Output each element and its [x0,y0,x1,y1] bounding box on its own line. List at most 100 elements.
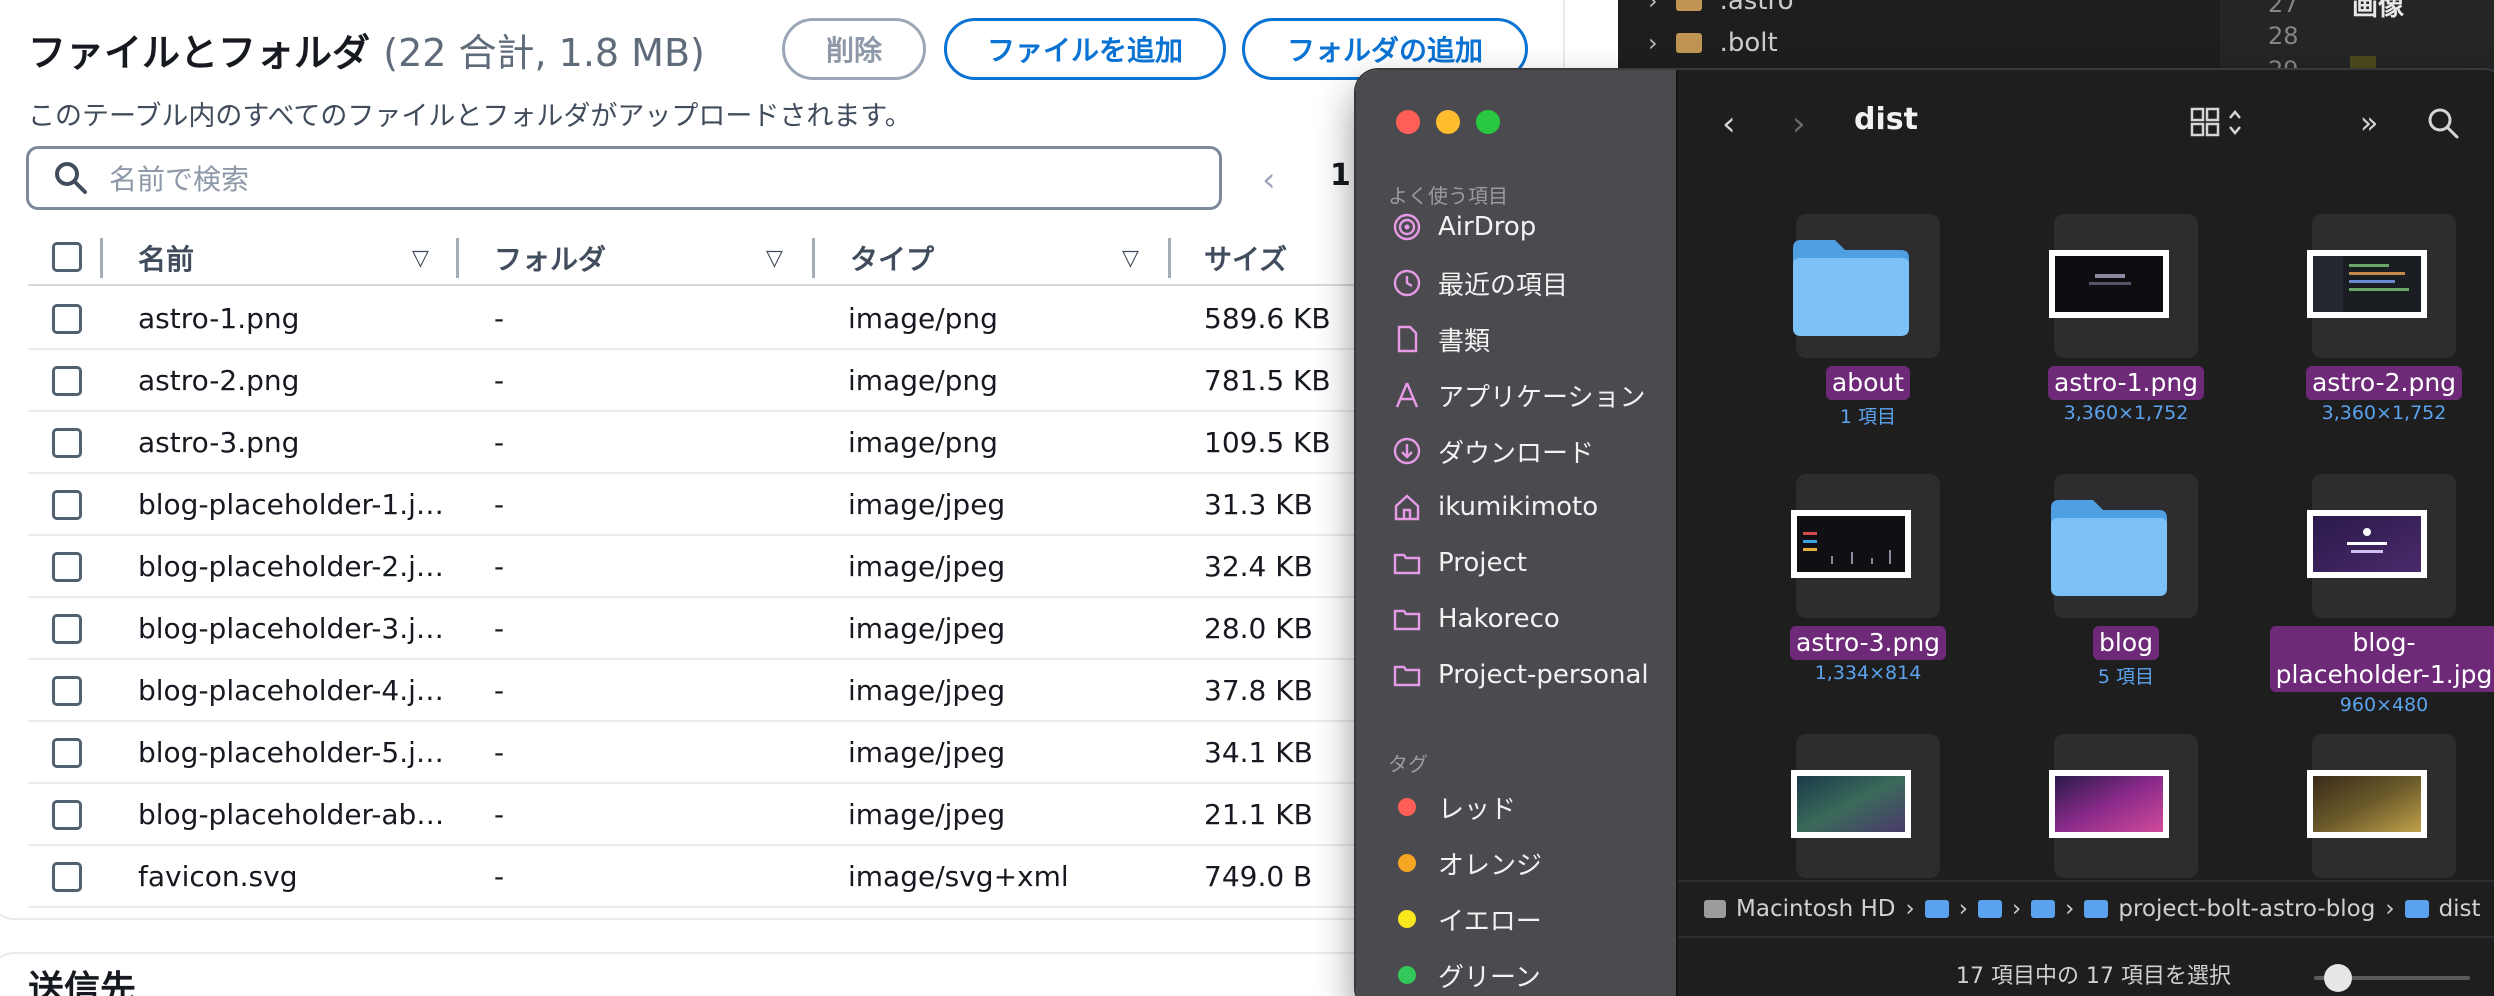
cell-type: image/jpeg [848,674,1006,707]
sidebar-item-label: Project-personal [1438,660,1649,690]
toolbar-overflow-icon[interactable]: » [2360,106,2378,141]
sort-folder-icon[interactable]: ▽ [766,246,783,271]
icon-size-slider-knob[interactable] [2324,964,2352,992]
cell-folder: - [494,798,505,831]
table-row[interactable]: astro-3.png - image/png 109.5 KB [28,412,1568,474]
table-row[interactable]: blog-placeholder-5.j… - image/jpeg 34.1 KB [28,722,1568,784]
search-icon[interactable] [2426,106,2460,149]
table-row[interactable]: blog-placeholder-ab… - image/jpeg 21.1 KB [28,784,1568,846]
table-row[interactable]: favicon.svg - image/svg+xml 749.0 B [28,846,1568,908]
row-checkbox[interactable] [52,862,82,892]
tags-header: タグ [1388,752,1428,776]
select-all-checkbox[interactable] [52,242,82,272]
sidebar-item[interactable]: Project-personal [1392,652,1649,698]
sidebar-item-label: AirDrop [1438,212,1537,242]
sidebar-item[interactable]: ikumikimoto [1392,484,1598,530]
zoom-window-button[interactable] [1476,110,1500,134]
sidebar-tag[interactable]: レッド [1392,784,1516,830]
forward-icon[interactable]: › [1792,104,1806,144]
column-header-type[interactable]: タイプ [850,232,934,284]
pager-current-page[interactable]: 1 [1330,158,1351,193]
sidebar-item[interactable]: Hakoreco [1392,596,1560,642]
column-header-folder[interactable]: フォルダ [494,232,606,284]
add-files-button[interactable]: ファイルを追加 [944,18,1226,80]
tree-item-bolt[interactable]: › .bolt [1648,28,1778,58]
item-meta: 5 項目 [2097,666,2155,688]
column-header-name[interactable]: 名前 [138,232,194,284]
cell-type: image/jpeg [848,612,1006,645]
tree-item-astro[interactable]: › .astro [1648,0,1794,16]
item-name: astro-3.png [1789,626,1947,660]
folder-icon [2084,900,2109,918]
close-window-button[interactable] [1396,110,1420,134]
path-root[interactable]: Macintosh HD [1736,896,1896,922]
row-checkbox[interactable] [52,676,82,706]
item-meta: 1,334×814 [1814,662,1922,684]
folder-icon [1392,548,1422,578]
finder-main: ‹ › dist » about 1 項目 astro-1.png 3,360×1,7… [1676,70,2494,996]
pager-prev-icon[interactable]: ‹ [1262,160,1276,200]
table-row[interactable]: astro-1.png - image/png 589.6 KB [28,288,1568,350]
sidebar-tag[interactable]: グリーン [1392,952,1541,996]
search-input[interactable]: 名前で検索 [109,158,249,198]
code-text: 画像 [2352,0,2405,22]
table-row[interactable]: blog-placeholder-3.j… - image/jpeg 28.0 KB [28,598,1568,660]
row-checkbox[interactable] [52,304,82,334]
cell-folder: - [494,302,505,335]
window-title: dist [1854,102,1918,137]
folder-icon [1675,33,1702,53]
cell-name: blog-placeholder-5.j… [138,736,444,769]
image-thumbnail [2049,770,2169,842]
view-options-icon[interactable] [2190,106,2250,149]
column-header-size[interactable]: サイズ [1204,232,1287,284]
table-row[interactable]: blog-placeholder-2.j… - image/jpeg 32.4 KB [28,536,1568,598]
folder-icon[interactable] [1924,900,1949,918]
table-row[interactable]: blog-placeholder-4.j… - image/jpeg 37.8 KB [28,660,1568,722]
sidebar-item[interactable]: 書類 [1392,316,1490,362]
row-checkbox[interactable] [52,428,82,458]
title-text: ファイルとフォルダ [28,31,371,75]
cell-type: image/jpeg [848,488,1006,521]
cell-name: blog-placeholder-3.j… [138,612,444,645]
folder-icon[interactable] [2031,900,2056,918]
sidebar-item[interactable]: ダウンロード [1392,428,1594,474]
document-icon [1392,324,1422,354]
minimize-window-button[interactable] [1436,110,1460,134]
tag-label: グリーン [1438,962,1541,993]
cell-folder: - [494,860,505,893]
table-row[interactable]: blog-placeholder-1.j… - image/jpeg 31.3 KB [28,474,1568,536]
path-current[interactable]: dist [2439,896,2481,922]
editor-gutter: 27 28 29 画像 [2220,0,2494,84]
row-checkbox[interactable] [52,366,82,396]
sort-name-icon[interactable]: ▽ [412,246,429,271]
sidebar-item[interactable]: アプリケーション [1392,372,1645,418]
sidebar-tag[interactable]: オレンジ [1392,840,1542,886]
sidebar-item[interactable]: AirDrop [1392,204,1536,250]
cell-size: 589.6 KB [1204,302,1331,335]
cell-type: image/jpeg [848,798,1006,831]
cell-folder: - [494,736,505,769]
path-project[interactable]: project-bolt-astro-blog [2118,896,2375,922]
sidebar-item[interactable]: Project [1392,540,1527,586]
search-box[interactable]: 名前で検索 [26,146,1222,210]
tag-label: オレンジ [1438,850,1543,881]
sidebar-item[interactable]: 最近の項目 [1392,260,1568,306]
row-checkbox[interactable] [52,800,82,830]
row-checkbox[interactable] [52,614,82,644]
delete-button[interactable]: 削除 [782,18,926,80]
airdrop-icon [1392,212,1422,242]
image-thumbnail [2307,250,2427,322]
sort-type-icon[interactable]: ▽ [1122,246,1139,271]
cell-name: astro-2.png [138,364,300,397]
sidebar-tag[interactable]: イエロー [1392,896,1542,942]
row-checkbox[interactable] [52,552,82,582]
table-header: 名前 ▽ フォルダ ▽ タイプ ▽ サイズ [28,232,1568,286]
sidebar-item-label: ダウンロード [1438,438,1595,469]
sidebar-item-label: アプリケーション [1438,382,1646,413]
row-checkbox[interactable] [52,738,82,768]
folder-icon[interactable] [1977,900,2002,918]
row-checkbox[interactable] [52,490,82,520]
back-icon[interactable]: ‹ [1722,104,1736,144]
table-row[interactable]: astro-2.png - image/png 781.5 KB [28,350,1568,412]
chevron-right-icon: › [1648,29,1658,57]
